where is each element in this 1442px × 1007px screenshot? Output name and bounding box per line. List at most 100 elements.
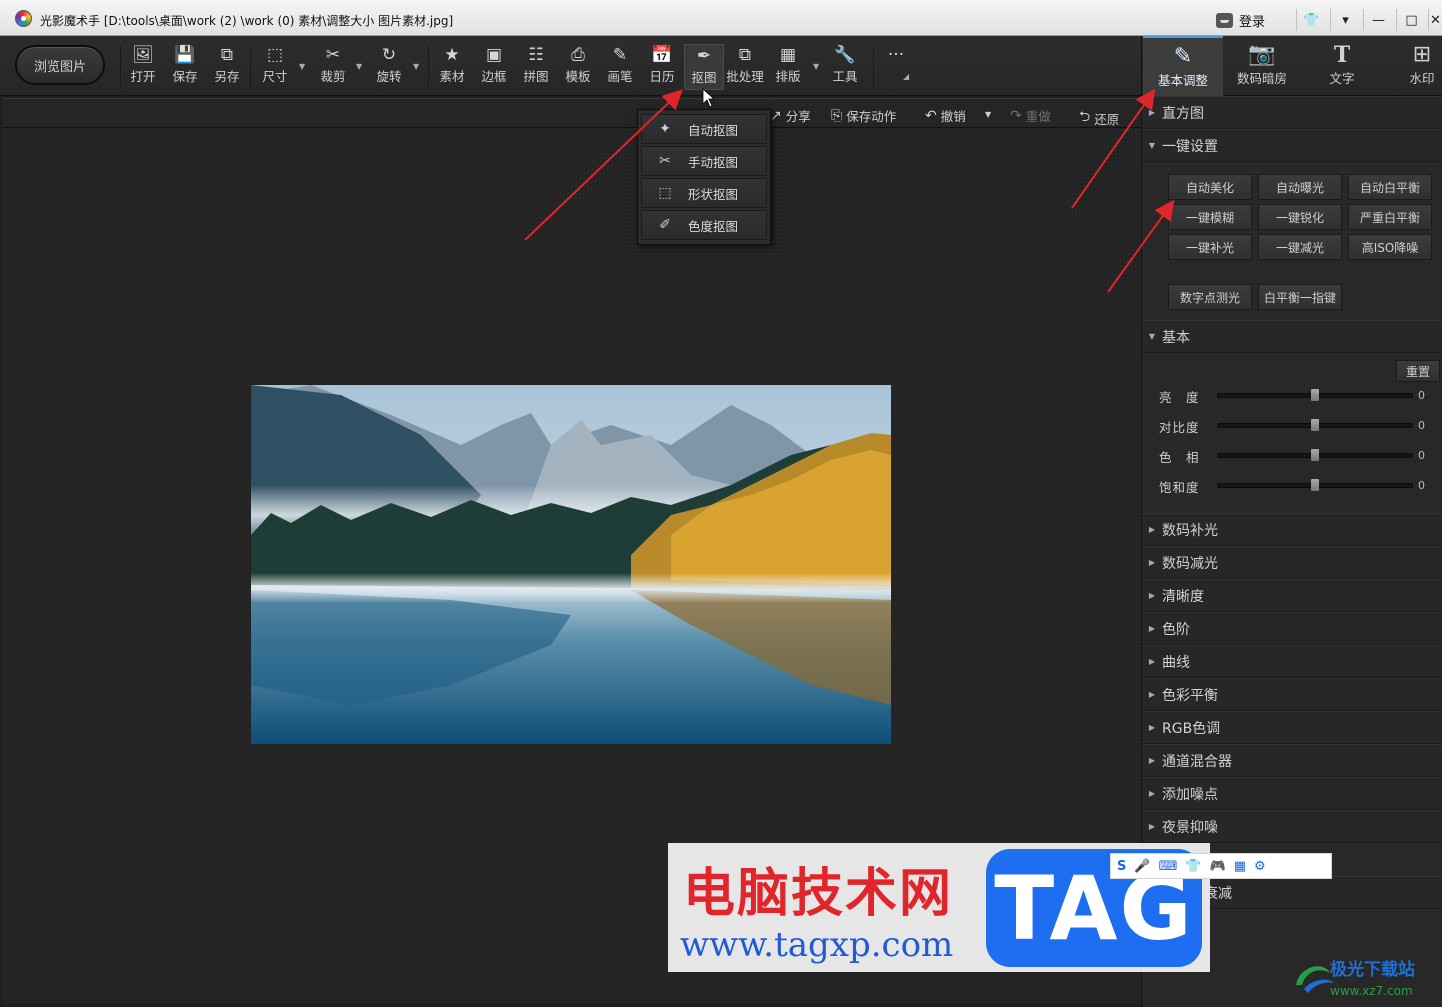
border-icon: ▣ xyxy=(485,45,503,65)
ime-logo-icon: S xyxy=(1117,858,1127,874)
rotate-label: 旋转 xyxy=(376,69,402,84)
section-histogram[interactable]: ▶ 直方图 xyxy=(1142,96,1442,129)
maximize-button[interactable]: □ xyxy=(1396,9,1426,31)
cutout-button[interactable]: ✒ 抠图 xyxy=(684,44,724,90)
layout-dropdown-arrow-icon[interactable]: ▼ xyxy=(813,62,819,71)
wrench-icon: 🔧 xyxy=(834,45,856,65)
redo-label: 重做 xyxy=(1025,109,1051,124)
collage-button[interactable]: ☷ 拼图 xyxy=(516,44,556,90)
restore-button[interactable]: ⮌ 还原 xyxy=(1079,106,1119,130)
menu-item-shape-cutout[interactable]: ⬚ 形状抠图 xyxy=(641,178,767,208)
spot-metering-button[interactable]: 数字点测光 xyxy=(1168,284,1252,310)
save-as-button[interactable]: ⧉ 另存 xyxy=(207,44,247,90)
section-title: 一键设置 xyxy=(1162,138,1218,155)
save-button[interactable]: 💾 保存 xyxy=(165,44,205,90)
section-curves[interactable]: ▶ 曲线 xyxy=(1142,645,1442,678)
section-title: RGB色调 xyxy=(1162,720,1221,737)
hue-slider[interactable] xyxy=(1217,449,1413,461)
section-digital-fill-light[interactable]: ▶ 数码补光 xyxy=(1142,513,1442,546)
resize-button[interactable]: ⬚ 尺寸 xyxy=(255,44,295,90)
severe-white-balance-button[interactable]: 严重白平衡 xyxy=(1348,204,1432,230)
auto-beautify-button[interactable]: 自动美化 xyxy=(1168,174,1252,200)
section-title: 基本 xyxy=(1162,329,1190,346)
section-color-balance[interactable]: ▶ 色彩平衡 xyxy=(1142,678,1442,711)
undo-dropdown-arrow-icon[interactable]: ▼ xyxy=(985,110,991,119)
save-action-button[interactable]: ⎘ 保存动作 xyxy=(831,106,896,125)
saturation-slider[interactable] xyxy=(1217,479,1413,491)
layout-button[interactable]: ▦ 排版 xyxy=(768,44,808,90)
layout-icon: ▦ xyxy=(779,45,797,65)
one-click-fill-light-button[interactable]: 一键补光 xyxy=(1168,234,1252,260)
close-button[interactable]: ✕ xyxy=(1428,9,1442,31)
slider-thumb[interactable] xyxy=(1311,449,1319,461)
material-button[interactable]: ★ 素材 xyxy=(432,44,472,90)
menu-button[interactable]: ▾ xyxy=(1330,9,1360,31)
saturation-value: 0 xyxy=(1418,479,1425,492)
brightness-slider[interactable] xyxy=(1217,389,1413,401)
section-digital-reduce-light[interactable]: ▶ 数码减光 xyxy=(1142,546,1442,579)
tab-text[interactable]: T 文字 xyxy=(1302,36,1382,96)
batch-button[interactable]: ⧉ 批处理 xyxy=(725,44,765,90)
section-night-denoise[interactable]: ▶ 夜景抑噪 xyxy=(1142,810,1442,843)
border-button[interactable]: ▣ 边框 xyxy=(474,44,514,90)
watermark-url: www.tagxp.com xyxy=(680,925,954,965)
template-button[interactable]: ⎙ 模板 xyxy=(558,44,598,90)
section-channel-mixer[interactable]: ▶ 通道混合器 xyxy=(1142,744,1442,777)
restore-icon: ⮌ xyxy=(1079,109,1091,125)
menu-item-chroma-cutout[interactable]: ✐ 色度抠图 xyxy=(641,210,767,240)
section-clarity[interactable]: ▶ 清晰度 xyxy=(1142,579,1442,612)
skin-button[interactable]: 👕 xyxy=(1296,9,1326,31)
white-balance-one-touch-button[interactable]: 白平衡一指键 xyxy=(1258,284,1342,310)
cutout-icon: ✒ xyxy=(696,46,712,66)
slider-thumb[interactable] xyxy=(1311,389,1319,401)
menu-item-manual-cutout[interactable]: ✂ 手动抠图 xyxy=(641,146,767,176)
browse-images-button[interactable]: 浏览图片 xyxy=(15,45,105,85)
tools-button[interactable]: 🔧 工具 xyxy=(825,44,865,90)
auto-white-balance-button[interactable]: 自动白平衡 xyxy=(1348,174,1432,200)
section-basic[interactable]: ▼ 基本 xyxy=(1142,320,1442,353)
tab-basic-adjust[interactable]: ✎ 基本调整 xyxy=(1143,36,1223,96)
reset-button[interactable]: 重置 xyxy=(1396,360,1440,382)
save-action-icon: ⎘ xyxy=(831,107,843,124)
brush-button[interactable]: ✎ 画笔 xyxy=(600,44,640,90)
section-add-noise[interactable]: ▶ 添加噪点 xyxy=(1142,777,1442,810)
section-title: 通道混合器 xyxy=(1162,753,1232,770)
high-iso-denoise-button[interactable]: 高ISO降噪 xyxy=(1348,234,1432,260)
one-click-blur-button[interactable]: 一键模糊 xyxy=(1168,204,1252,230)
minimize-button[interactable]: — xyxy=(1363,9,1393,31)
collage-label: 拼图 xyxy=(523,69,549,84)
calendar-icon: 📅 xyxy=(651,45,673,65)
save-label: 保存 xyxy=(172,69,198,84)
section-rgb-tone[interactable]: ▶ RGB色调 xyxy=(1142,711,1442,744)
rotate-dropdown-arrow-icon[interactable]: ▼ xyxy=(413,62,419,71)
auto-exposure-button[interactable]: 自动曝光 xyxy=(1258,174,1342,200)
rotate-button[interactable]: ↻ 旋转 xyxy=(369,44,409,90)
login-button[interactable]: 登录 xyxy=(1216,11,1265,30)
toolbar-divider xyxy=(873,46,874,88)
open-button[interactable]: 🖼 打开 xyxy=(123,44,163,90)
slider-thumb[interactable] xyxy=(1311,419,1319,431)
tab-watermark[interactable]: ⊞ 水印 xyxy=(1382,36,1442,96)
resize-label: 尺寸 xyxy=(262,69,288,84)
one-click-reduce-light-button[interactable]: 一键减光 xyxy=(1258,234,1342,260)
crop-dropdown-arrow-icon[interactable]: ▼ xyxy=(356,62,362,71)
ime-floating-toolbar[interactable]: S 🎤 ⌨ 👕 🎮 ▦ ⚙ xyxy=(1110,853,1332,879)
crop-button[interactable]: ✂ 裁剪 xyxy=(313,44,353,90)
one-click-sharpen-button[interactable]: 一键锐化 xyxy=(1258,204,1342,230)
menu-item-auto-cutout[interactable]: ✦ 自动抠图 xyxy=(641,114,767,144)
tab-darkroom[interactable]: 📷 数码暗房 xyxy=(1222,36,1302,96)
more-button[interactable]: ··· xyxy=(876,44,916,90)
slider-thumb[interactable] xyxy=(1311,479,1319,491)
resize-dropdown-arrow-icon[interactable]: ▼ xyxy=(299,62,305,71)
template-icon: ⎙ xyxy=(571,45,585,65)
share-button[interactable]: ↗ 分享 xyxy=(770,106,811,125)
batch-icon: ⧉ xyxy=(738,45,752,65)
section-levels[interactable]: ▶ 色阶 xyxy=(1142,612,1442,645)
section-one-click[interactable]: ▼ 一键设置 xyxy=(1142,129,1442,162)
undo-label: 撤销 xyxy=(940,109,966,124)
tab-label: 基本调整 xyxy=(1157,73,1208,88)
calendar-button[interactable]: 📅 日历 xyxy=(642,44,682,90)
undo-button[interactable]: ↶ 撤销 xyxy=(925,106,966,125)
redo-button[interactable]: ↷ 重做 xyxy=(1010,106,1051,125)
contrast-slider[interactable] xyxy=(1217,419,1413,431)
